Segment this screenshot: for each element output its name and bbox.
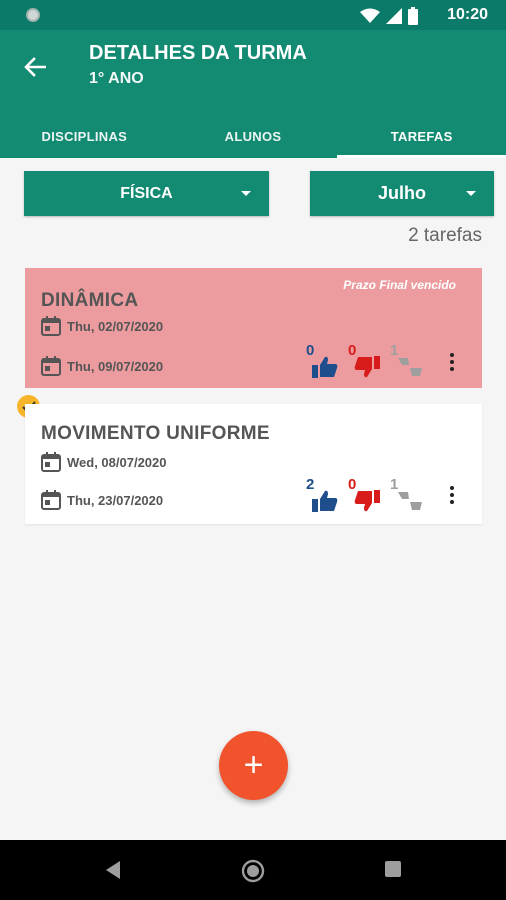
calendar-icon — [41, 356, 61, 376]
signal-icon — [386, 8, 402, 24]
dislikes-count: 0 — [348, 476, 390, 516]
tab-bar: DISCIPLINAS ALUNOS TAREFAS — [0, 114, 506, 158]
nav-home-button[interactable] — [241, 859, 265, 883]
subject-dropdown[interactable]: FÍSICA — [24, 171, 269, 216]
task-due-date-text: Thu, 23/07/2020 — [67, 492, 164, 508]
calendar-icon — [41, 490, 61, 510]
dislikes-count: 0 — [348, 342, 390, 382]
task-card[interactable]: MOVIMENTO UNIFORME Wed, 08/07/2020 Thu, … — [25, 404, 482, 524]
status-icons — [360, 7, 418, 25]
status-time: 10:20 — [447, 6, 488, 23]
dropdown-arrow-icon — [241, 191, 251, 196]
calendar-icon — [41, 452, 61, 472]
neutral-count: 1 — [390, 342, 432, 382]
nav-home-icon — [241, 859, 265, 883]
dropdown-arrow-icon — [466, 191, 476, 196]
back-arrow-icon — [24, 57, 46, 77]
task-more-button[interactable] — [442, 347, 462, 377]
task-more-button[interactable] — [442, 480, 462, 510]
nav-recents-icon — [385, 861, 401, 877]
likes-count: 2 — [306, 476, 348, 516]
month-dropdown[interactable]: Julho — [310, 171, 494, 216]
nav-back-button[interactable] — [104, 860, 122, 880]
task-card[interactable]: Prazo Final vencido DINÂMICA Thu, 02/07/… — [25, 268, 482, 388]
status-bar: 10:20 — [0, 0, 506, 30]
task-feedback-counts: 0 0 1 — [306, 342, 432, 382]
thumbs-down-icon — [354, 356, 380, 378]
notification-dot-icon — [26, 8, 40, 22]
system-nav-bar — [0, 840, 506, 900]
task-due-date: Thu, 09/07/2020 — [41, 356, 163, 376]
more-vert-icon — [450, 353, 454, 357]
tab-disciplinas[interactable]: DISCIPLINAS — [0, 114, 169, 158]
app-bar: DETALHES DA TURMA 1° ANO DISCIPLINAS ALU… — [0, 30, 506, 158]
task-start-date-text: Wed, 08/07/2020 — [67, 454, 167, 470]
thumbs-up-icon — [312, 490, 338, 512]
task-due-date-text: Thu, 09/07/2020 — [67, 358, 164, 374]
month-dropdown-value: Julho — [378, 183, 426, 203]
mixed-thumbs-icon — [398, 492, 422, 510]
plus-icon: + — [243, 746, 264, 784]
tab-alunos[interactable]: ALUNOS — [169, 114, 338, 158]
task-title: MOVIMENTO UNIFORME — [41, 423, 270, 444]
neutral-count: 1 — [390, 476, 432, 516]
task-start-date: Thu, 02/07/2020 — [41, 316, 163, 336]
nav-back-icon — [106, 861, 120, 879]
page-subtitle: 1° ANO — [89, 70, 144, 87]
task-feedback-counts: 2 0 1 — [306, 476, 432, 516]
subject-dropdown-value: FÍSICA — [120, 184, 173, 202]
thumbs-up-icon — [312, 356, 338, 378]
add-task-button[interactable]: + — [219, 731, 288, 800]
task-title: DINÂMICA — [41, 290, 139, 311]
likes-count: 0 — [306, 342, 348, 382]
page-title: DETALHES DA TURMA — [89, 42, 307, 64]
calendar-icon — [41, 316, 61, 336]
wifi-icon — [360, 8, 380, 23]
mixed-thumbs-icon — [398, 358, 422, 376]
task-start-date-text: Thu, 02/07/2020 — [67, 318, 164, 334]
task-due-date: Thu, 23/07/2020 — [41, 490, 163, 510]
back-button[interactable] — [18, 50, 52, 84]
nav-recents-button[interactable] — [384, 860, 402, 878]
tab-tarefas[interactable]: TAREFAS — [337, 114, 506, 158]
thumbs-down-icon — [354, 490, 380, 512]
task-count: 2 tarefas — [408, 225, 482, 246]
battery-icon — [408, 7, 418, 25]
deadline-overdue-note: Prazo Final vencido — [343, 278, 456, 292]
more-vert-icon — [450, 486, 454, 490]
task-start-date: Wed, 08/07/2020 — [41, 452, 167, 472]
